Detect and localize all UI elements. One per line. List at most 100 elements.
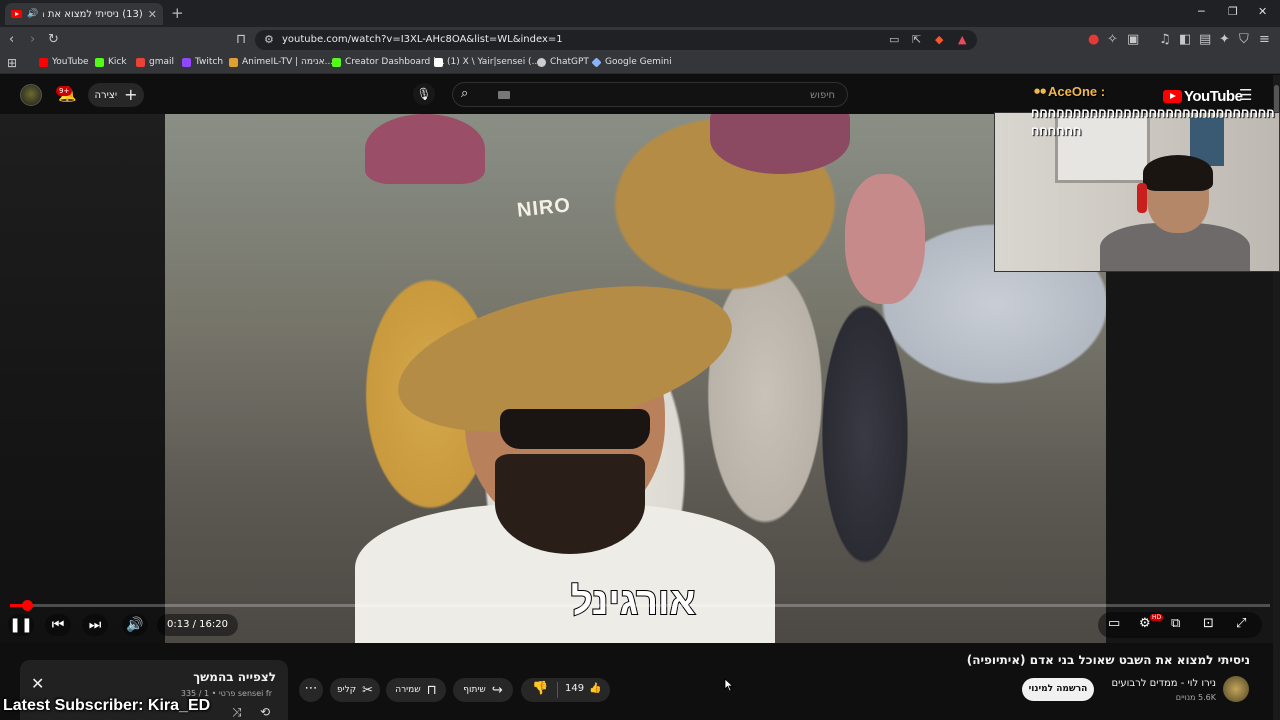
dislike-icon[interactable]: 👎 xyxy=(532,681,548,696)
share-button[interactable]: שיתוף ↪ xyxy=(453,678,513,702)
tab-close-icon[interactable]: ✕ xyxy=(148,8,157,21)
bookmark-gmail[interactable]: gmail xyxy=(136,57,174,67)
subscribe-button[interactable]: הרשמה למינוי xyxy=(1022,678,1094,701)
more-actions-button[interactable]: ⋯ xyxy=(299,678,323,702)
next-button[interactable]: ⏭ xyxy=(82,614,108,636)
cast-icon[interactable]: ⊡ xyxy=(1203,616,1214,631)
address-bar[interactable]: ⚙ youtube.com/watch?v=I3XL-AHc8OA&list=W… xyxy=(255,30,977,50)
time-display: 0:13 / 16:20 xyxy=(157,614,239,636)
url-text[interactable]: youtube.com/watch?v=I3XL-AHc8OA&list=WL&… xyxy=(282,34,563,45)
plus-icon: + xyxy=(124,85,138,104)
close-icon[interactable]: ✕ xyxy=(31,674,44,693)
share-page-icon[interactable]: ⇱ xyxy=(912,33,921,46)
player-backdrop-left xyxy=(0,114,165,643)
cast-icon[interactable]: ▭ xyxy=(889,33,899,46)
streamer-figure xyxy=(1143,155,1213,191)
notification-count-badge: 9+ xyxy=(56,86,73,96)
bookmark-animeil[interactable]: AnimeIL-TV | אנימה... xyxy=(229,57,333,67)
rewards-icon[interactable]: ▲ xyxy=(958,33,966,46)
vpn-icon[interactable]: ⛉ xyxy=(1239,32,1249,48)
like-count: 149 xyxy=(565,683,585,694)
video-figure xyxy=(500,409,650,449)
video-figure xyxy=(845,174,925,304)
sidebar-toggle-icon[interactable]: ◧ xyxy=(1179,32,1191,48)
save-label: שמירה xyxy=(395,685,421,695)
hat-print-text: NIRO xyxy=(515,194,572,222)
video-title: ניסיתי למצוא את השבט שאוכל בני אדם (איתי… xyxy=(966,653,1250,667)
apps-grid-icon[interactable]: ⊞ xyxy=(7,55,17,71)
new-tab-button[interactable]: + xyxy=(171,4,184,22)
bookmark-label: ChatGPT xyxy=(550,57,589,67)
bookmark-label: AnimeIL-TV | אנימה... xyxy=(242,57,334,67)
kick-favicon-icon xyxy=(95,57,104,67)
forward-icon[interactable]: › xyxy=(30,32,35,48)
chatgpt-favicon-icon xyxy=(537,57,546,67)
create-button[interactable]: יצירה + xyxy=(88,83,144,107)
video-figure xyxy=(495,454,645,554)
leo-ai-icon[interactable]: ✦ xyxy=(1219,32,1230,48)
bookmark-label: Google Gemini xyxy=(605,57,672,67)
bookmark-label: Kick xyxy=(108,57,127,67)
bookmark-creator-dashboard[interactable]: Creator Dashboard |... xyxy=(332,57,445,67)
bookmark-x[interactable]: (1) X \ Yair|sensei (... xyxy=(434,57,540,67)
shuffle-icon[interactable]: ⤨ xyxy=(232,705,242,720)
tab-title: (13) ניסיתי למצוא את השבט xyxy=(43,8,143,20)
media-icon[interactable]: ♫ xyxy=(1159,32,1171,48)
search-input[interactable] xyxy=(515,87,835,103)
scrubber-handle[interactable] xyxy=(21,600,33,611)
restore-button[interactable]: ❐ xyxy=(1228,5,1238,18)
like-icon: 👍 xyxy=(589,683,602,694)
search-icon[interactable]: ⌕ xyxy=(461,86,468,101)
volume-button[interactable]: 🔊 xyxy=(122,614,148,636)
speaker-icon[interactable]: 🔊 xyxy=(27,9,38,19)
video-figure xyxy=(365,114,485,184)
minimize-button[interactable]: ─ xyxy=(1198,5,1205,18)
search-bar[interactable]: ⌕ xyxy=(452,82,848,107)
x-favicon-icon xyxy=(434,57,443,67)
bookmark-chatgpt[interactable]: ChatGPT xyxy=(537,57,589,67)
bookmark-label: (1) X \ Yair|sensei (... xyxy=(447,57,541,67)
previous-button[interactable]: ⏮ xyxy=(45,614,71,636)
site-info-icon[interactable]: ⚙ xyxy=(264,33,274,46)
video-frame[interactable]: NIRO אורגינל xyxy=(165,114,1106,643)
extension-puzzle-icon[interactable]: ✧ xyxy=(1107,32,1118,48)
extension-record-icon[interactable]: ● xyxy=(1088,32,1099,48)
mouse-cursor-icon xyxy=(724,678,734,692)
brave-shield-icon[interactable]: ◆ xyxy=(935,33,943,46)
bookmark-twitch[interactable]: Twitch xyxy=(182,57,223,67)
bookmark-kick[interactable]: Kick xyxy=(95,57,127,67)
queue-title[interactable]: לצפייה בהמשך xyxy=(193,670,276,684)
channel-avatar[interactable] xyxy=(1223,676,1249,702)
reload-icon[interactable]: ↻ xyxy=(48,32,59,48)
hd-badge: HD xyxy=(1150,614,1164,621)
bookmark-gemini[interactable]: Google Gemini xyxy=(591,56,672,68)
fullscreen-icon[interactable]: ⤢ xyxy=(1236,616,1246,631)
loop-icon[interactable]: ⟲ xyxy=(260,705,270,719)
bookmark-youtube[interactable]: YouTube xyxy=(39,57,89,67)
chat-badge-icon: ●● xyxy=(1034,87,1047,95)
headphones-figure xyxy=(1137,183,1147,213)
share-label: שיתוף xyxy=(463,685,486,695)
subscriber-count: 5.6K מנויים xyxy=(1175,693,1216,702)
miniplayer-icon[interactable]: ⧉ xyxy=(1171,616,1180,631)
progress-bar[interactable] xyxy=(10,600,1270,611)
bookmark-icon[interactable]: ⊓ xyxy=(236,32,246,48)
channel-name[interactable]: נירו לוי - ממדים לרבועים xyxy=(1112,678,1216,689)
back-icon[interactable]: ‹ xyxy=(9,32,14,48)
account-avatar[interactable] xyxy=(20,84,42,106)
subtitles-icon[interactable]: ▭ xyxy=(1108,616,1120,631)
voice-search-button[interactable]: 🎙 xyxy=(413,83,435,105)
close-window-button[interactable]: ✕ xyxy=(1258,5,1267,18)
clip-button[interactable]: קליפ ✂ xyxy=(330,678,380,702)
bookmark-label: YouTube xyxy=(52,57,89,67)
keyboard-icon[interactable] xyxy=(498,91,510,99)
browser-tab-active[interactable]: 🔊 (13) ניסיתי למצוא את השבט ✕ xyxy=(5,3,163,25)
extension-box-icon[interactable]: ▣ xyxy=(1127,32,1139,48)
pause-button[interactable]: ❚❚ xyxy=(8,614,34,636)
settings-gear-icon[interactable]: ⚙ xyxy=(1139,616,1151,631)
wallet-icon[interactable]: ▤ xyxy=(1199,32,1211,48)
browser-menu-icon[interactable]: ≡ xyxy=(1259,32,1270,48)
bookmark-label: gmail xyxy=(149,57,174,67)
like-button[interactable]: 149 👍 xyxy=(565,683,602,694)
save-button[interactable]: שמירה ⊓ xyxy=(386,678,446,702)
